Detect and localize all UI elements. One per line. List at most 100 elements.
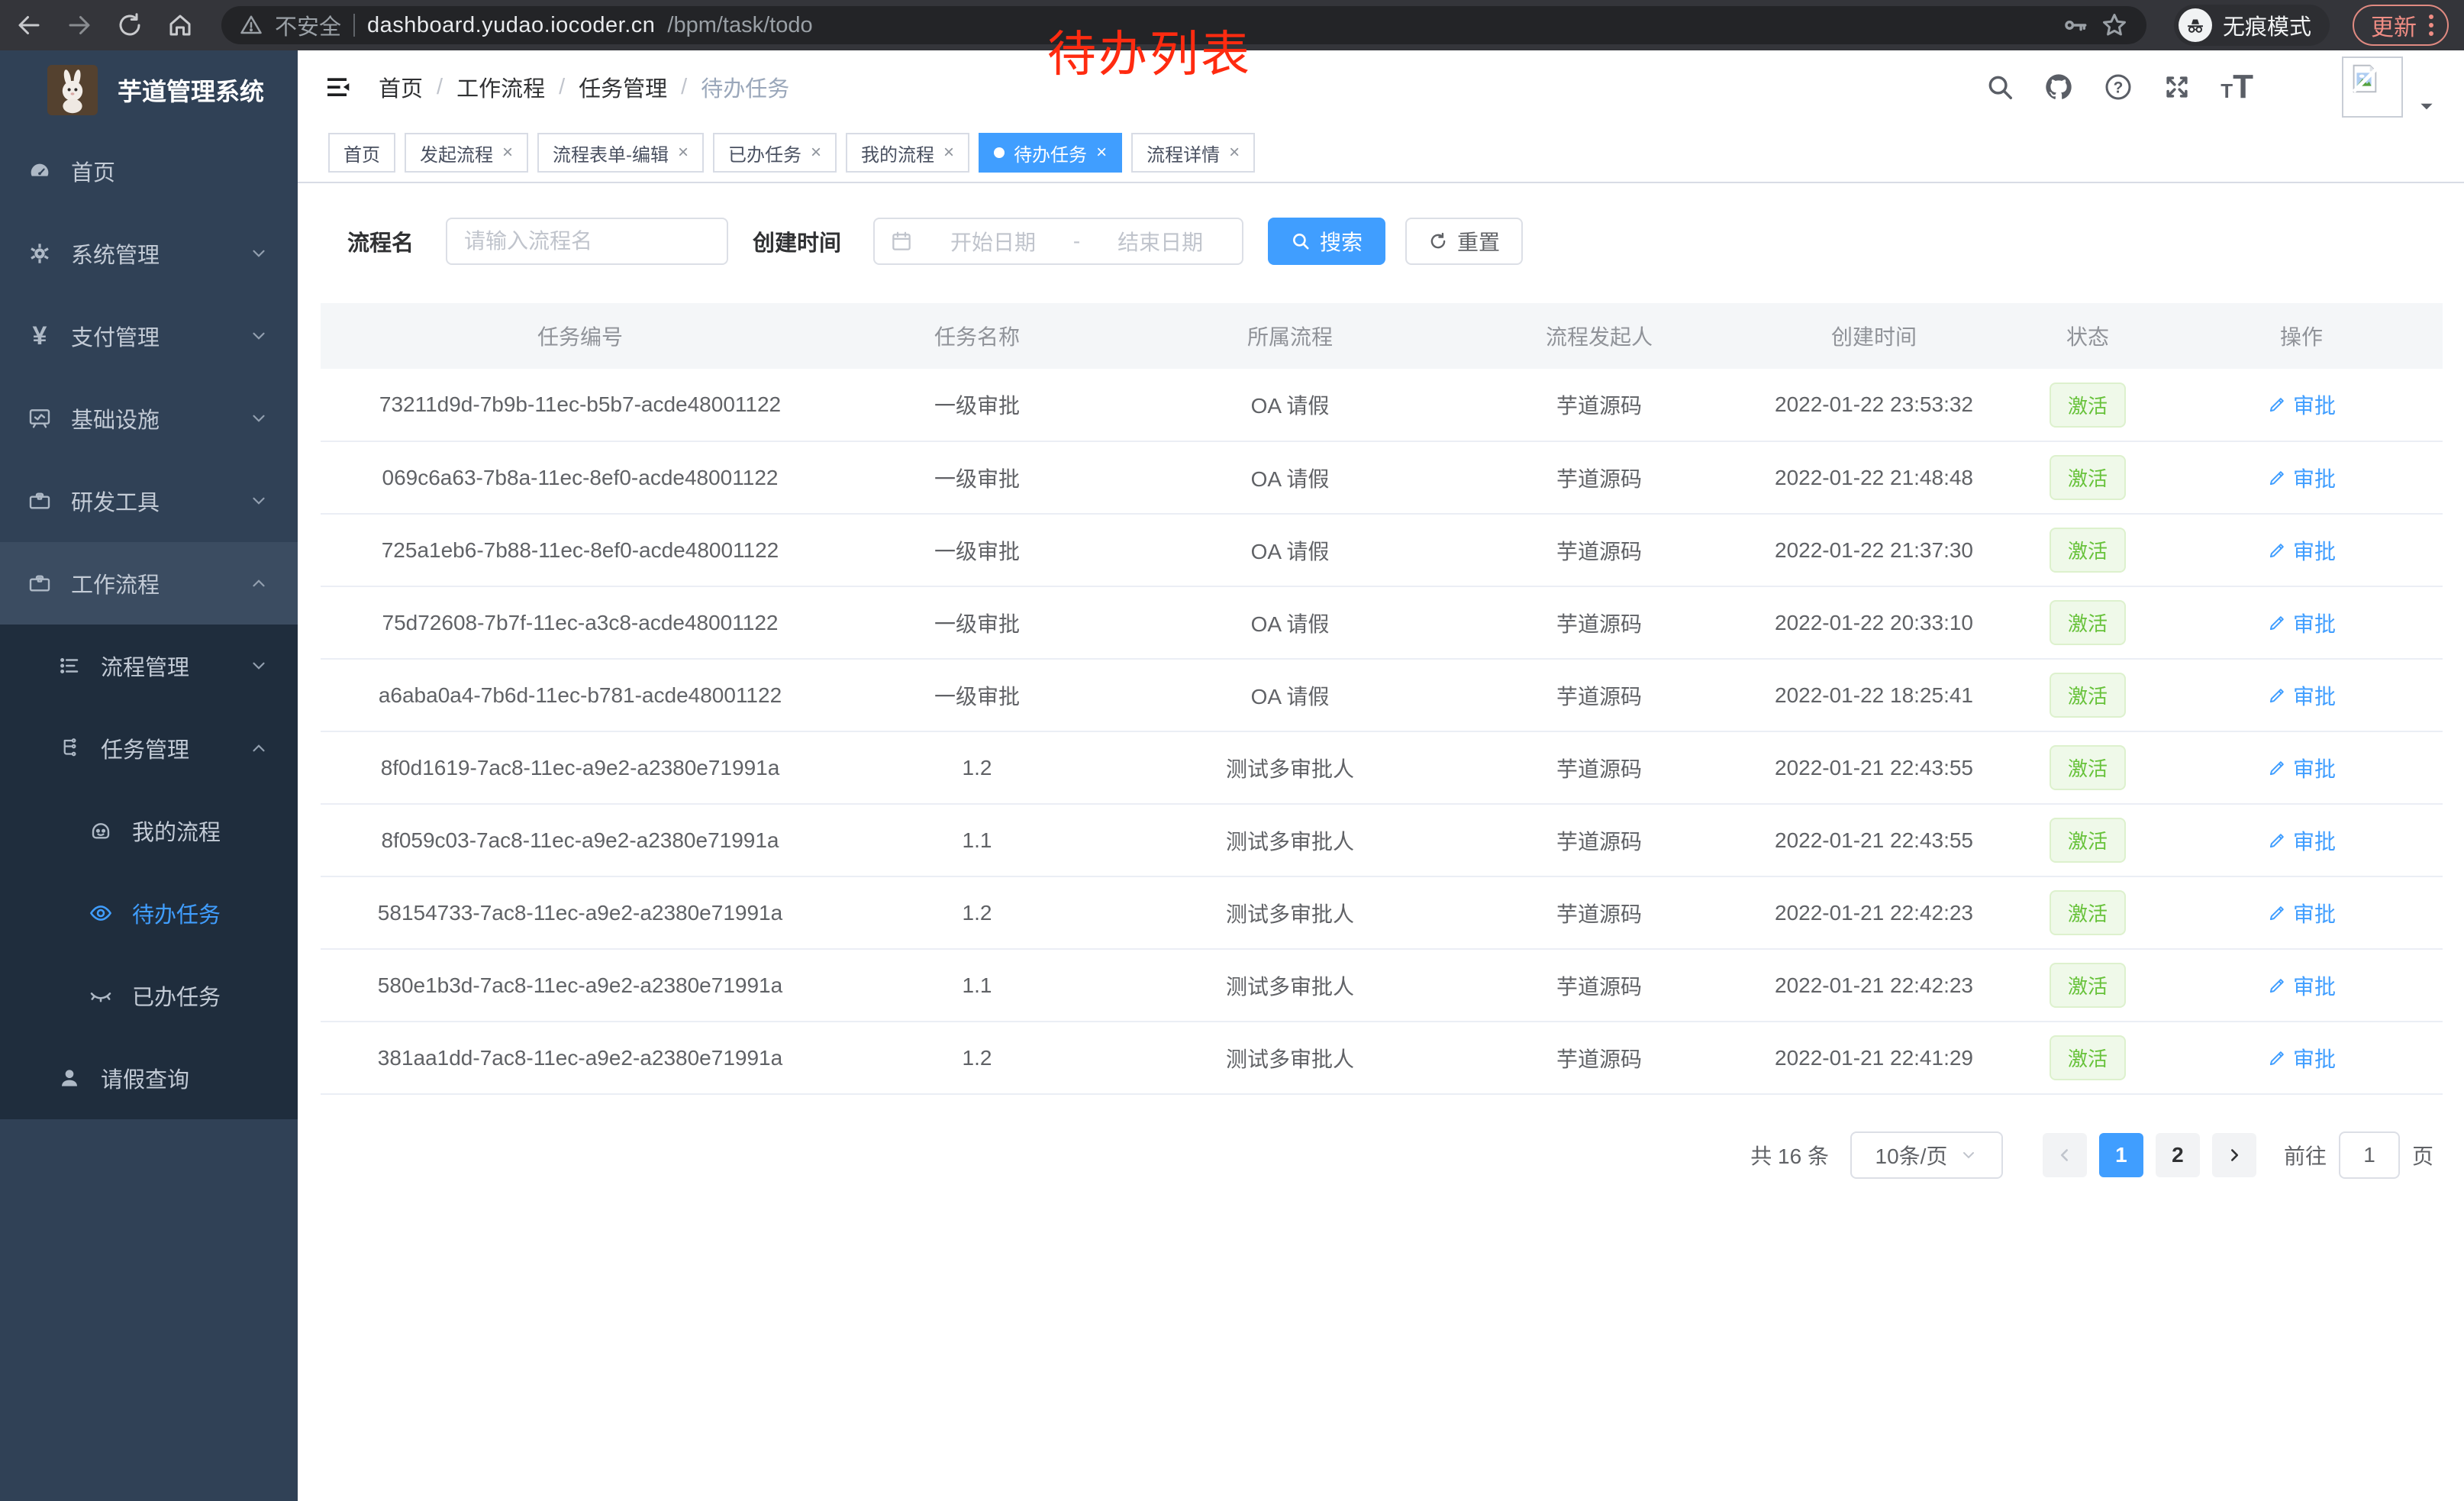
filter-form: 流程名 创建时间 开始日期 - 结束日期 搜索 重置: [347, 218, 2464, 265]
workflow-submenu: 流程管理 任务管理 我的流程: [0, 625, 298, 1119]
bookmark-star-icon[interactable]: [2101, 11, 2128, 39]
col-action: 操作: [2160, 303, 2443, 369]
approve-link[interactable]: 审批: [2267, 680, 2336, 711]
list-icon: [55, 654, 84, 677]
status-badge: 激活: [2050, 963, 2126, 1008]
approve-link[interactable]: 审批: [2267, 825, 2336, 856]
sidebar-item-process-management[interactable]: 流程管理: [0, 625, 298, 707]
back-icon[interactable]: [15, 11, 43, 39]
date-range-input[interactable]: 开始日期 - 结束日期: [873, 218, 1243, 265]
process-name-input[interactable]: [455, 229, 719, 253]
calendar-icon: [890, 230, 913, 253]
approve-link[interactable]: 审批: [2267, 1043, 2336, 1073]
home-icon[interactable]: [166, 11, 194, 39]
sidebar-item-payment[interactable]: ¥ 支付管理: [0, 295, 298, 377]
reset-button[interactable]: 重置: [1405, 218, 1523, 265]
approve-link[interactable]: 审批: [2267, 463, 2336, 493]
sidebar-item-devtools[interactable]: 研发工具: [0, 460, 298, 542]
app-title: 芋道管理系统: [118, 73, 264, 108]
close-icon[interactable]: ×: [678, 144, 689, 162]
svg-text:?: ?: [2114, 79, 2124, 96]
sidebar-item-todo-tasks[interactable]: 待办任务: [0, 872, 298, 954]
breadcrumb-workflow[interactable]: 工作流程: [456, 71, 545, 103]
update-label: 更新: [2371, 8, 2417, 42]
close-icon[interactable]: ×: [502, 144, 513, 162]
breadcrumb-task-management[interactable]: 任务管理: [579, 71, 667, 103]
close-icon[interactable]: ×: [1229, 144, 1240, 162]
caret-down-icon[interactable]: [2417, 96, 2437, 116]
sidebar-item-infrastructure[interactable]: 基础设施: [0, 377, 298, 460]
incognito-badge: 无痕模式: [2174, 5, 2330, 46]
breadcrumb-home[interactable]: 首页: [379, 71, 423, 103]
sidebar-item-system[interactable]: 系统管理: [0, 212, 298, 295]
sidebar-item-done-tasks[interactable]: 已办任务: [0, 954, 298, 1037]
next-page-button[interactable]: [2212, 1133, 2256, 1177]
password-key-icon[interactable]: [2062, 12, 2088, 38]
search-button[interactable]: 搜索: [1268, 218, 1385, 265]
col-status: 状态: [2015, 303, 2160, 369]
process-name-input-wrap: [446, 218, 728, 265]
tab-start-process[interactable]: 发起流程×: [405, 133, 528, 173]
page-button-2[interactable]: 2: [2156, 1133, 2200, 1177]
github-icon[interactable]: [2043, 72, 2074, 102]
approve-link[interactable]: 审批: [2267, 753, 2336, 783]
breadcrumb: 首页 / 工作流程 / 任务管理 / 待办任务: [379, 71, 789, 103]
chevron-down-icon: [249, 408, 269, 428]
tags-view: 首页 发起流程× 流程表单-编辑× 已办任务× 我的流程× 待办任务× 流程详情…: [298, 124, 2464, 183]
sidebar-item-workflow[interactable]: 工作流程: [0, 542, 298, 625]
goto-page-input[interactable]: [2339, 1131, 2400, 1179]
status-badge: 激活: [2050, 383, 2126, 428]
close-icon[interactable]: ×: [943, 144, 954, 162]
sidebar-item-leave-query[interactable]: 请假查询: [0, 1037, 298, 1119]
goto-suffix: 页: [2412, 1140, 2433, 1170]
reload-icon[interactable]: [116, 11, 144, 39]
tab-todo-tasks[interactable]: 待办任务×: [979, 133, 1122, 173]
approve-link[interactable]: 审批: [2267, 608, 2336, 638]
table-row: 069c6a63-7b8a-11ec-8ef0-acde48001122一级审批…: [321, 441, 2443, 514]
sidebar-item-label: 首页: [71, 155, 269, 187]
status-badge: 激活: [2050, 890, 2126, 935]
approve-link[interactable]: 审批: [2267, 970, 2336, 1001]
table-row: 580e1b3d-7ac8-11ec-a9e2-a2380e71991a1.1测…: [321, 949, 2443, 1022]
sidebar-collapse-icon[interactable]: [324, 72, 354, 102]
chevron-down-icon: [249, 244, 269, 263]
prev-page-button[interactable]: [2043, 1133, 2087, 1177]
sidebar-item-label: 已办任务: [132, 980, 269, 1012]
approve-link[interactable]: 审批: [2267, 898, 2336, 928]
chevron-down-icon: [1959, 1146, 1978, 1164]
status-badge: 激活: [2050, 745, 2126, 790]
close-icon[interactable]: ×: [1096, 144, 1107, 162]
close-icon[interactable]: ×: [811, 144, 821, 162]
forward-icon[interactable]: [66, 11, 93, 39]
process-name-label: 流程名: [347, 225, 414, 257]
page-button-1[interactable]: 1: [2099, 1133, 2143, 1177]
chevron-up-icon: [249, 738, 269, 758]
fullscreen-icon[interactable]: [2162, 73, 2191, 102]
tab-home[interactable]: 首页: [328, 133, 395, 173]
help-icon[interactable]: ?: [2103, 72, 2133, 102]
search-icon[interactable]: [1985, 73, 2014, 102]
approve-link[interactable]: 审批: [2267, 389, 2336, 420]
browser-update-button[interactable]: 更新: [2353, 5, 2449, 46]
sidebar-item-my-process[interactable]: 我的流程: [0, 789, 298, 872]
page-size-select[interactable]: 10条/页: [1850, 1131, 2003, 1179]
avatar[interactable]: [2342, 56, 2403, 118]
tab-process-form-edit[interactable]: 流程表单-编辑×: [537, 133, 704, 173]
status-badge: 激活: [2050, 455, 2126, 500]
incognito-icon: [2179, 8, 2212, 42]
incognito-label: 无痕模式: [2223, 9, 2311, 41]
table-row: 381aa1dd-7ac8-11ec-a9e2-a2380e71991a1.2测…: [321, 1022, 2443, 1094]
tab-done-tasks[interactable]: 已办任务×: [713, 133, 837, 173]
font-size-icon[interactable]: TT: [2221, 68, 2253, 106]
sidebar-item-home[interactable]: 首页: [0, 130, 298, 212]
table-header-row: 任务编号 任务名称 所属流程 流程发起人 创建时间 状态 操作: [321, 303, 2443, 369]
table-row: a6aba0a4-7b6d-11ec-b781-acde48001122一级审批…: [321, 659, 2443, 731]
approve-link[interactable]: 审批: [2267, 535, 2336, 566]
omnibox-divider: [353, 14, 355, 37]
sidebar-logo-row[interactable]: 芋道管理系统: [0, 50, 298, 130]
sidebar-item-task-management[interactable]: 任务管理: [0, 707, 298, 789]
tab-process-detail[interactable]: 流程详情×: [1131, 133, 1255, 173]
browser-menu-icon[interactable]: [2429, 15, 2433, 36]
tab-my-process[interactable]: 我的流程×: [846, 133, 969, 173]
sidebar-item-label: 系统管理: [71, 237, 249, 270]
